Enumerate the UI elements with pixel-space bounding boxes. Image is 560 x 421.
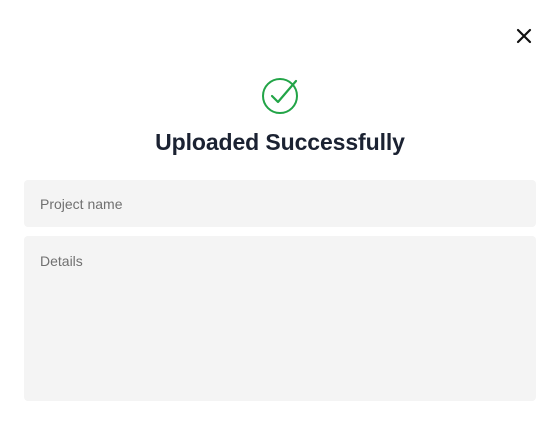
dialog-title: Uploaded Successfully — [155, 129, 405, 155]
project-name-input[interactable] — [24, 180, 536, 227]
upload-success-dialog: Uploaded Successfully — [0, 0, 560, 421]
close-icon — [516, 28, 532, 44]
details-textarea[interactable] — [24, 236, 536, 401]
close-button[interactable] — [512, 24, 536, 48]
check-circle-icon — [262, 78, 298, 114]
